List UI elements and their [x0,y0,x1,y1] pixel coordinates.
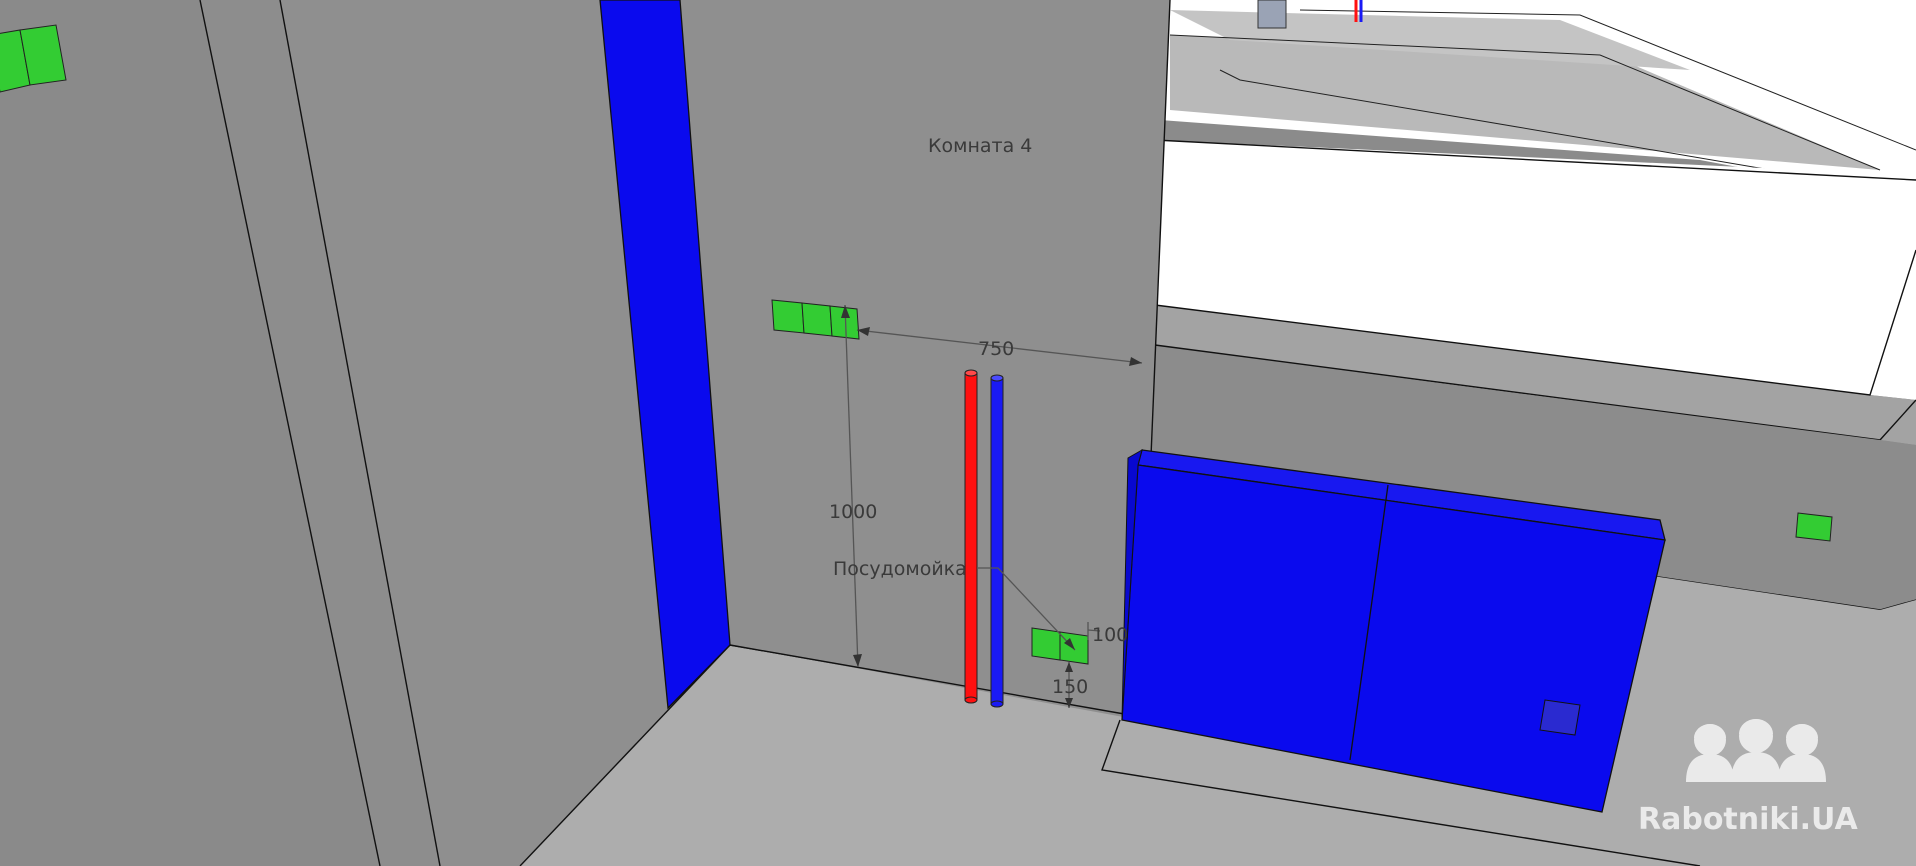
dimension-1000-label: 1000 [829,501,877,523]
dishwasher-label: Посудомойка [833,558,967,580]
dimension-750-label: 750 [978,338,1014,360]
room-3d-scene: 750 1000 100 150 Посудомойка Комната 4 R… [0,0,1916,866]
dimension-100-label: 100 [1092,624,1128,646]
sketchup-viewport: 750 1000 100 150 Посудомойка Комната 4 R… [0,0,1916,866]
pipe-cold-blue [990,374,1004,708]
pipe-hot-red [964,369,978,704]
back-wall [680,0,1170,720]
room-label: Комната 4 [928,135,1032,157]
watermark-icon [1686,719,1826,782]
watermark-text: Rabotniki.UA [1638,802,1858,837]
far-column-small [1257,0,1287,29]
dimension-150-label: 150 [1052,676,1088,698]
socket-right-wall [1795,512,1833,542]
